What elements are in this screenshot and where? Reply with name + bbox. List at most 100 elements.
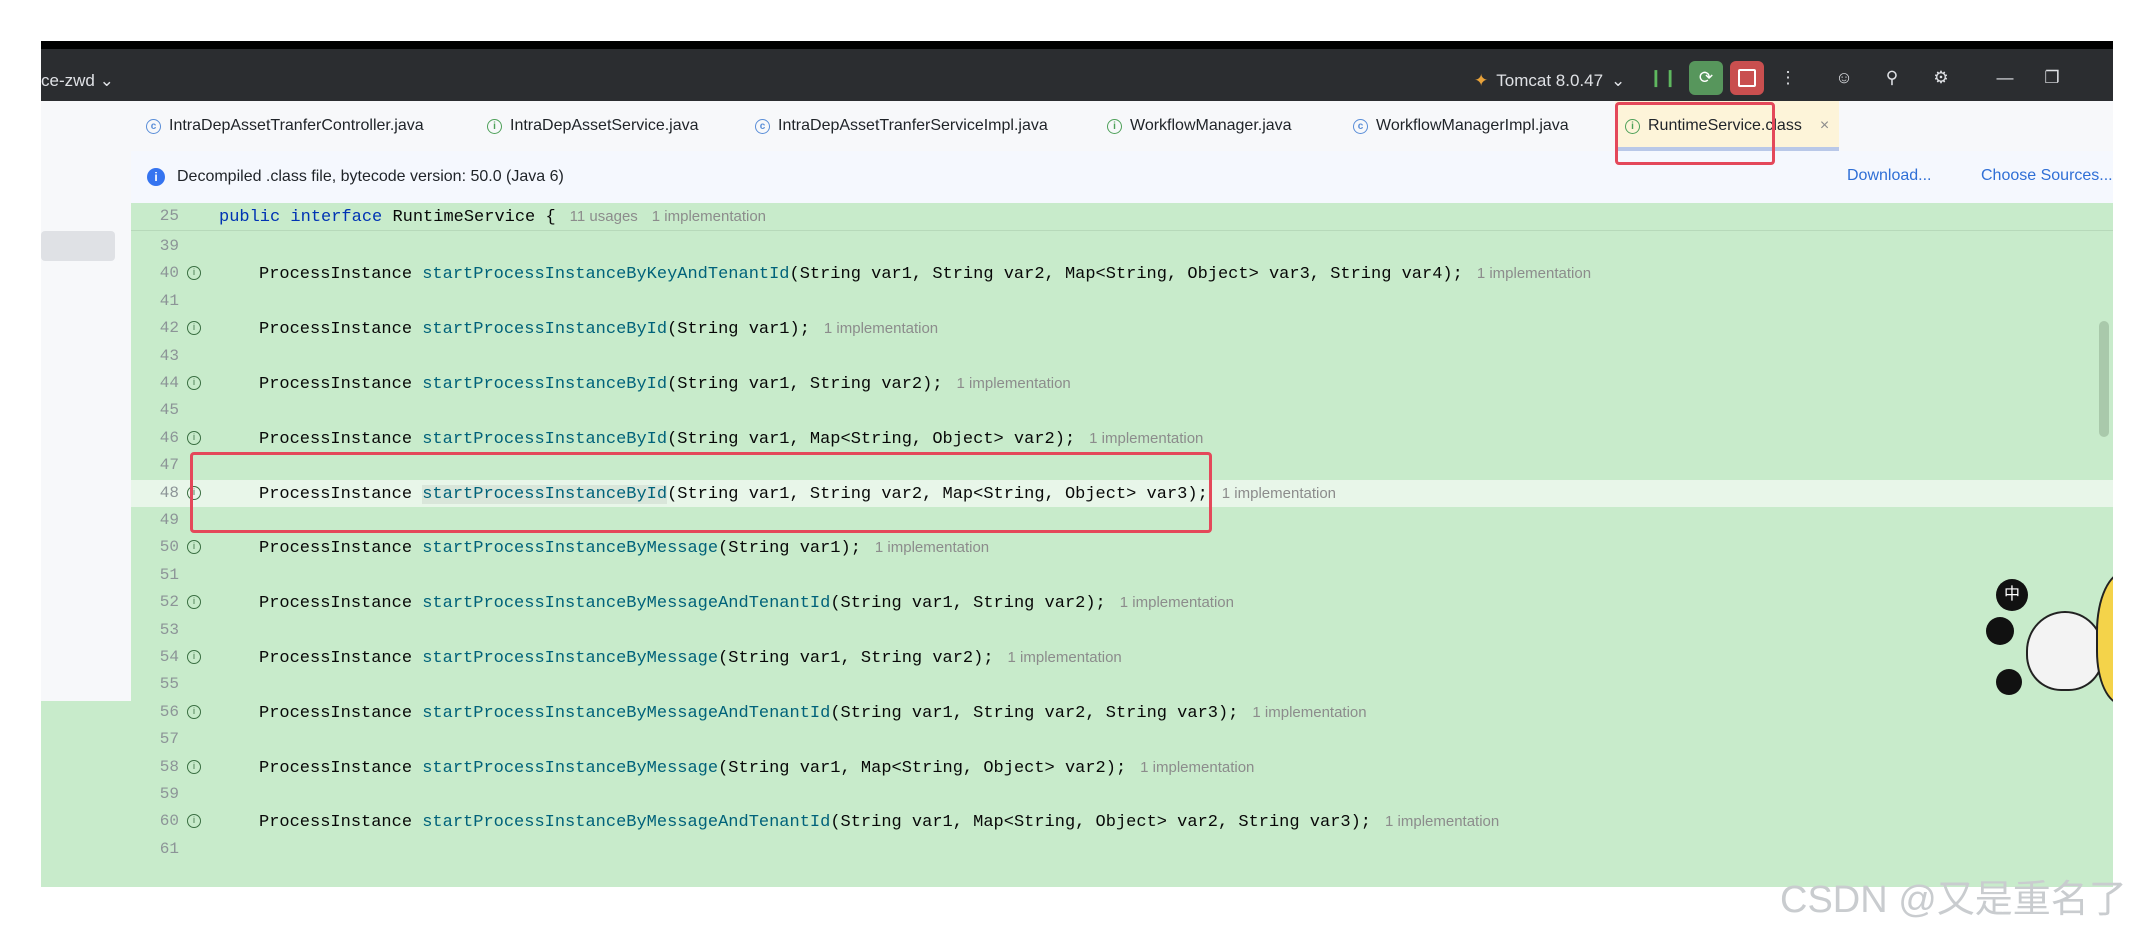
implemented-gutter-icon[interactable]: i [187, 704, 201, 719]
code-line[interactable]: 51 [131, 562, 2113, 589]
method-name[interactable]: startProcessInstanceByMessage [422, 759, 718, 778]
code-line[interactable]: 54 i ProcessInstance startProcessInstanceB… [131, 644, 2113, 671]
stop-button[interactable] [1730, 61, 1764, 95]
code-line[interactable]: 50 i ProcessInstance startProcessInstanceB… [131, 534, 2113, 561]
panel-fill [41, 701, 131, 887]
method-name[interactable]: startProcessInstanceByMessage [422, 539, 718, 558]
method-args: (String var1, Map<String, Object> var2); [718, 758, 1127, 778]
tab-options-icon[interactable]: ⋮ [2111, 115, 2113, 136]
close-tab-icon[interactable]: × [1820, 117, 1829, 135]
run-config-selector[interactable]: ✦ Tomcat 8.0.47 ⌄ [1474, 71, 1625, 91]
implementation-hint[interactable]: 1 implementation [1385, 813, 1499, 830]
code-text: ProcessInstance startProcessInstanceByMe… [259, 589, 1234, 617]
code-line[interactable]: 60 i ProcessInstance startProcessInstanceB… [131, 808, 2113, 835]
code-line[interactable]: 43 [131, 343, 2113, 370]
current-line-highlight-box [190, 452, 1212, 533]
implemented-gutter-icon[interactable]: i [187, 430, 201, 445]
tab-intradepassettranfercontroller[interactable]: c IntraDepAssetTranferController.java [146, 101, 424, 151]
code-line[interactable]: 58 i ProcessInstance startProcessInstanceB… [131, 754, 2113, 781]
implementation-hint[interactable]: 1 implementation [1140, 759, 1254, 776]
implemented-gutter-icon[interactable]: i [187, 266, 201, 281]
code-text: ProcessInstance startProcessInstanceByMe… [259, 808, 1499, 836]
implementation-hint[interactable]: 1 implementation [1120, 594, 1234, 611]
tab-intradepassetservice[interactable]: i IntraDepAssetService.java [487, 101, 699, 151]
implemented-gutter-icon[interactable]: i [187, 321, 201, 336]
implementation-hint[interactable]: 1 implementation [875, 539, 989, 556]
more-actions-icon[interactable]: ⋮ [1771, 61, 1805, 95]
tab-workflowmanagerimpl[interactable]: c WorkflowManagerImpl.java [1353, 101, 1569, 151]
usages-hint[interactable]: 11 usages [570, 208, 638, 225]
settings-gear-icon[interactable]: ⚙ [1924, 61, 1958, 95]
tab-intradepassettranferserviceimpl[interactable]: c IntraDepAssetTranferServiceImpl.java [755, 101, 1048, 151]
method-name[interactable]: startProcessInstanceById [422, 375, 667, 394]
code-line[interactable]: 57 [131, 726, 2113, 753]
line-number: 42 [159, 319, 179, 338]
code-line[interactable]: 45 [131, 397, 2113, 424]
implementation-hint[interactable]: 1 implementation [1252, 704, 1366, 721]
method-name[interactable]: startProcessInstanceById [422, 430, 667, 449]
return-type: ProcessInstance [259, 813, 413, 833]
download-link[interactable]: Download... [1847, 167, 1932, 185]
sticky-header-line[interactable]: 25 public interface RuntimeService {11 u… [131, 203, 2113, 231]
implementation-hint[interactable]: 1 implementation [1008, 649, 1122, 666]
return-type: ProcessInstance [259, 429, 413, 449]
code-editor[interactable]: 25 public interface RuntimeService {11 u… [131, 203, 2113, 887]
add-user-icon[interactable]: ☺ [1827, 61, 1861, 95]
method-name[interactable]: startProcessInstanceByKeyAndTenantId [422, 265, 789, 284]
implementation-hint[interactable]: 1 implementation [1222, 485, 1336, 502]
line-number: 55 [159, 675, 179, 694]
line-number: 51 [159, 565, 179, 584]
implementation-hint[interactable]: 1 implementation [957, 375, 1071, 392]
tomcat-icon: ✦ [1474, 71, 1489, 90]
line-number: 61 [159, 839, 179, 858]
code-line[interactable]: 39 [131, 233, 2113, 260]
project-selector[interactable]: ce-zwd ⌄ [41, 71, 114, 91]
code-line[interactable]: 46 i ProcessInstance startProcessInstanceB… [131, 425, 2113, 452]
return-type: ProcessInstance [259, 265, 413, 285]
method-name[interactable]: startProcessInstanceByMessageAndTenantId [422, 704, 830, 723]
code-text: public interface RuntimeService {11 usag… [219, 208, 767, 227]
code-line[interactable]: 55 [131, 671, 2113, 698]
selected-tree-item[interactable] [41, 231, 115, 261]
search-icon[interactable]: ⚲ [1875, 61, 1909, 95]
code-line[interactable]: 56 i ProcessInstance startProcessInstanceB… [131, 699, 2113, 726]
minimize-icon[interactable]: — [1988, 61, 2022, 95]
code-text: ProcessInstance startProcessInstanceByMe… [259, 534, 989, 562]
code-line[interactable]: 44 i ProcessInstance startProcessInstanceB… [131, 370, 2113, 397]
implemented-gutter-icon[interactable]: i [187, 540, 201, 555]
code-line[interactable]: 52 i ProcessInstance startProcessInstanceB… [131, 589, 2113, 616]
implemented-gutter-icon[interactable]: i [187, 814, 201, 829]
method-name[interactable]: startProcessInstanceById [422, 320, 667, 339]
line-number: 45 [159, 401, 179, 420]
editor-tab-bar: c IntraDepAssetTranferController.java i … [131, 101, 2113, 152]
tab-label: WorkflowManagerImpl.java [1376, 117, 1569, 134]
implementation-hint[interactable]: 1 implementation [1477, 265, 1591, 282]
code-line[interactable]: 40 i ProcessInstance startProcessInstanceB… [131, 260, 2113, 287]
code-line[interactable]: 61 [131, 836, 2113, 863]
code-line[interactable]: 41 [131, 288, 2113, 315]
debug-pause-icon[interactable]: ❙❙ [1646, 61, 1680, 95]
implemented-gutter-icon[interactable]: i [187, 376, 201, 390]
class-icon: c [1353, 118, 1368, 134]
code-line[interactable]: 53 [131, 617, 2113, 644]
rerun-button[interactable]: ⟳ [1689, 61, 1723, 95]
code-line[interactable]: 42 i ProcessInstance startProcessInstanceB… [131, 315, 2113, 342]
vertical-scrollbar[interactable] [2099, 321, 2109, 437]
mascot-sticker-image: 中 [1986, 561, 2113, 705]
return-type: ProcessInstance [259, 649, 413, 668]
choose-sources-link[interactable]: Choose Sources... [1981, 167, 2113, 185]
implemented-gutter-icon[interactable]: i [187, 759, 201, 774]
implemented-gutter-icon[interactable]: i [187, 650, 201, 664]
method-name[interactable]: startProcessInstanceByMessage [422, 649, 718, 668]
implementation-hint[interactable]: 1 implementation [652, 208, 766, 225]
code-line[interactable]: 59 [131, 781, 2113, 808]
return-type: ProcessInstance [259, 758, 413, 778]
restore-window-icon[interactable]: ❐ [2035, 61, 2069, 95]
method-name[interactable]: startProcessInstanceByMessageAndTenantId [422, 594, 830, 613]
implementation-hint[interactable]: 1 implementation [1089, 430, 1203, 447]
tab-workflowmanager[interactable]: i WorkflowManager.java [1107, 101, 1292, 151]
return-type: ProcessInstance [259, 703, 413, 723]
implemented-gutter-icon[interactable]: i [187, 595, 201, 610]
implementation-hint[interactable]: 1 implementation [824, 320, 938, 337]
method-name[interactable]: startProcessInstanceByMessageAndTenantId [422, 813, 830, 832]
